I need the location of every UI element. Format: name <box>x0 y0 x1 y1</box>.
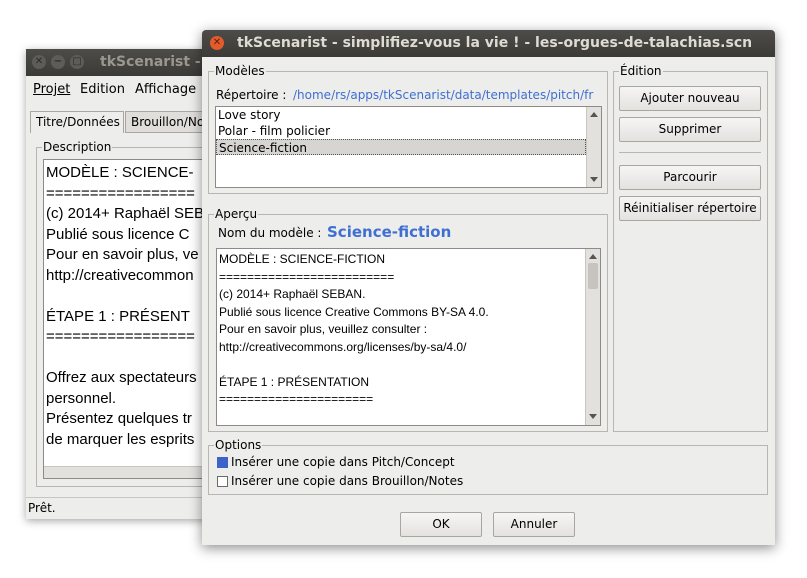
preview-line: (c) 2014+ Raphaël SEBAN. <box>219 287 366 301</box>
preview-lines: MODÈLE : SCIENCE-FICTION ================… <box>219 251 579 423</box>
description-line: Publié sous licence C <box>46 225 190 243</box>
back-hscrollbar[interactable] <box>44 466 227 478</box>
preview-line: MODÈLE : SCIENCE-FICTION <box>219 252 386 266</box>
description-line: personnel. <box>46 389 117 407</box>
menu-edition[interactable]: Edition <box>80 82 125 97</box>
scroll-up-icon[interactable] <box>590 112 598 117</box>
scroll-thumb[interactable] <box>588 263 598 289</box>
edition-label: Édition <box>619 64 663 78</box>
preview-line: Publié sous licence Creative Commons BY-… <box>219 304 489 319</box>
tab-brouillon-label: Brouillon/No <box>131 115 205 129</box>
description-line: http://creativecommon <box>46 266 194 284</box>
preview-scrollbar[interactable] <box>585 249 600 425</box>
separator <box>619 152 761 153</box>
add-new-button[interactable]: Ajouter nouveau <box>619 86 761 111</box>
tab-titre[interactable]: Titre/Données <box>30 111 124 133</box>
preview-text[interactable]: MODÈLE : SCIENCE-FICTION ================… <box>216 248 601 426</box>
maximize-icon[interactable]: □ <box>70 55 84 69</box>
description-line <box>46 286 223 307</box>
directory-path[interactable]: /home/rs/apps/tkScenarist/data/templates… <box>293 88 597 102</box>
description-line <box>46 348 223 369</box>
dialog-window: ✕ tkScenarist - simplifiez-vous la vie !… <box>202 30 775 545</box>
options-label: Options <box>214 438 263 452</box>
preview-line: Pour en savoir plus, veuillez consulter … <box>219 322 428 336</box>
preview-line: ÉTAPE 1 : PRÉSENTATION <box>219 374 370 389</box>
scroll-down-icon[interactable] <box>590 177 598 182</box>
preview-line: ====================== <box>219 392 374 406</box>
models-scrollbar[interactable] <box>586 107 601 187</box>
description-line: MODÈLE : SCIENCE- <box>46 164 194 181</box>
models-items: Love story Polar - film policier Science-f… <box>216 107 586 155</box>
back-titlebar: ✕ − □ tkScenarist - s <box>26 49 226 76</box>
model-name-label: Nom du modèle : <box>218 226 322 240</box>
scroll-up-icon[interactable] <box>589 254 597 259</box>
description-line: Offrez aux spectateurs <box>46 369 197 386</box>
cancel-button[interactable]: Annuler <box>493 512 575 537</box>
menubar: Projet Edition Affichage <box>26 76 226 102</box>
model-list-item[interactable]: Polar - film policier <box>216 123 586 139</box>
preview-label: Aperçu <box>214 207 259 221</box>
preview-line: http://creativecommons.org/licenses/by-s… <box>219 339 467 354</box>
preview-line: ========================= <box>219 269 395 284</box>
model-list-item[interactable]: Science-fiction <box>216 139 586 155</box>
description-line: ÉTAPE 1 : PRÉSENT <box>46 307 190 325</box>
description-line: ================= <box>46 184 195 202</box>
models-label: Modèles <box>214 64 266 78</box>
model-name-value: Science-fiction <box>327 223 452 241</box>
menu-projet[interactable]: Projet <box>33 82 70 97</box>
back-window-title: tkScenarist - s <box>100 54 214 70</box>
dialog-titlebar: ✕ tkScenarist - simplifiez-vous la vie !… <box>202 30 775 57</box>
description-line: (c) 2014+ Raphaël SEB <box>46 205 205 222</box>
browse-button[interactable]: Parcourir <box>619 165 761 190</box>
menu-affichage[interactable]: Affichage <box>135 82 196 97</box>
description-line: ================= <box>46 328 195 345</box>
close-icon[interactable]: ✕ <box>210 36 224 50</box>
close-icon[interactable]: ✕ <box>32 55 46 69</box>
option2-label[interactable]: Insérer une copie dans Brouillon/Notes <box>231 474 463 488</box>
back-window: ✕ − □ tkScenarist - s Projet Edition Aff… <box>26 49 227 520</box>
option2-checkbox[interactable] <box>217 476 228 487</box>
model-list-item[interactable]: Love story <box>216 107 586 123</box>
description-text[interactable]: MODÈLE : SCIENCE- ================= (c) 20… <box>43 159 227 479</box>
delete-button[interactable]: Supprimer <box>619 117 761 142</box>
description-line: Présentez quelques tr <box>46 410 192 427</box>
minimize-icon[interactable]: − <box>51 55 65 69</box>
models-list[interactable]: Love story Polar - film policier Science-f… <box>215 106 602 188</box>
status-bar: Prêt. <box>26 497 226 520</box>
reset-directory-button[interactable]: Réinitialiser répertoire <box>619 196 761 221</box>
description-line: Pour en savoir plus, ve <box>46 246 199 263</box>
directory-label: Répertoire : <box>216 88 287 102</box>
description-label: Description <box>42 140 113 154</box>
status-text: Prêt. <box>28 501 56 515</box>
preview-line <box>219 356 579 374</box>
option1-checkbox[interactable] <box>217 457 228 468</box>
tab-titre-label: Titre/Données <box>36 115 120 129</box>
description-line: de marquer les esprits <box>46 430 195 448</box>
option1-label[interactable]: Insérer une copie dans Pitch/Concept <box>231 455 455 469</box>
description-lines: MODÈLE : SCIENCE- ================= (c) 20… <box>44 160 225 453</box>
dialog-title: tkScenarist - simplifiez-vous la vie ! -… <box>237 35 753 51</box>
scroll-down-icon[interactable] <box>589 414 597 419</box>
ok-button[interactable]: OK <box>400 512 482 537</box>
